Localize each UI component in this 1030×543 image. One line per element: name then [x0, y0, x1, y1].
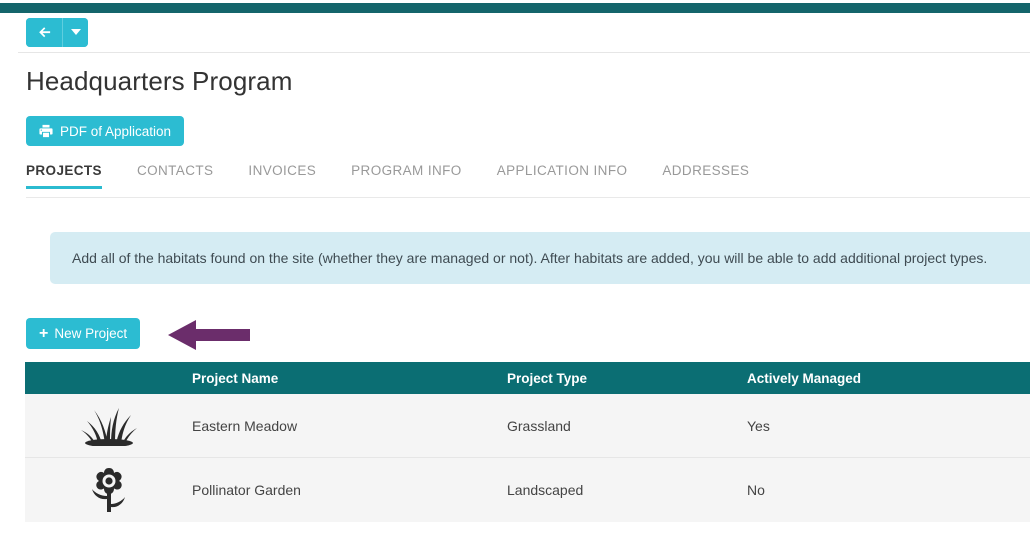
page-root: Headquarters Program PDF of Application … [0, 0, 1030, 543]
cell-project-name: Eastern Meadow [192, 417, 298, 434]
cell-actively-managed: Yes [747, 417, 770, 434]
pdf-button-label: PDF of Application [60, 123, 172, 139]
info-alert-text: Add all of the habitats found on the sit… [72, 250, 988, 266]
table-row[interactable]: Pollinator Garden Landscaped No [25, 458, 1030, 522]
back-dropdown-button[interactable] [62, 18, 88, 47]
table-header-project-type: Project Type [507, 370, 588, 386]
page-title: Headquarters Program [26, 66, 293, 96]
flower-icon [25, 465, 192, 515]
table-header-actively-managed: Actively Managed [747, 370, 862, 386]
tab-contacts[interactable]: CONTACTS [137, 163, 213, 189]
back-button[interactable] [26, 18, 62, 47]
back-navigation-group[interactable] [26, 18, 88, 47]
tab-projects[interactable]: PROJECTS [26, 163, 102, 189]
info-alert: Add all of the habitats found on the sit… [50, 232, 1030, 284]
tab-program-info[interactable]: PROGRAM INFO [351, 163, 462, 189]
cell-actively-managed: No [747, 482, 765, 498]
arrow-left-icon [37, 25, 52, 40]
table-header-row: Project Name Project Type Actively Manag… [25, 362, 1030, 394]
tab-bar: PROJECTS CONTACTS INVOICES PROGRAM INFO … [26, 163, 1030, 189]
plus-icon: + [39, 324, 49, 342]
annotation-arrow-left-icon [166, 318, 252, 352]
tab-invoices[interactable]: INVOICES [248, 163, 316, 189]
cell-project-type: Landscaped [507, 482, 584, 498]
table-header-project-name: Project Name [192, 370, 279, 386]
caret-down-icon [70, 29, 81, 36]
pdf-of-application-button[interactable]: PDF of Application [26, 116, 185, 146]
new-project-button[interactable]: + New Project [26, 318, 141, 349]
new-project-label: New Project [54, 326, 128, 341]
cell-project-type: Grassland [507, 417, 571, 434]
grass-icon [25, 406, 192, 446]
tab-addresses[interactable]: ADDRESSES [662, 163, 749, 189]
header-divider [18, 52, 1030, 53]
tab-application-info[interactable]: APPLICATION INFO [497, 163, 628, 189]
top-accent-bar [0, 3, 1030, 13]
cell-project-name: Pollinator Garden [192, 482, 301, 498]
printer-icon [39, 124, 53, 138]
table-row[interactable]: Eastern Meadow Grassland Yes [25, 394, 1030, 458]
projects-table: Project Name Project Type Actively Manag… [25, 362, 1030, 522]
tab-bar-underline [26, 197, 1030, 198]
